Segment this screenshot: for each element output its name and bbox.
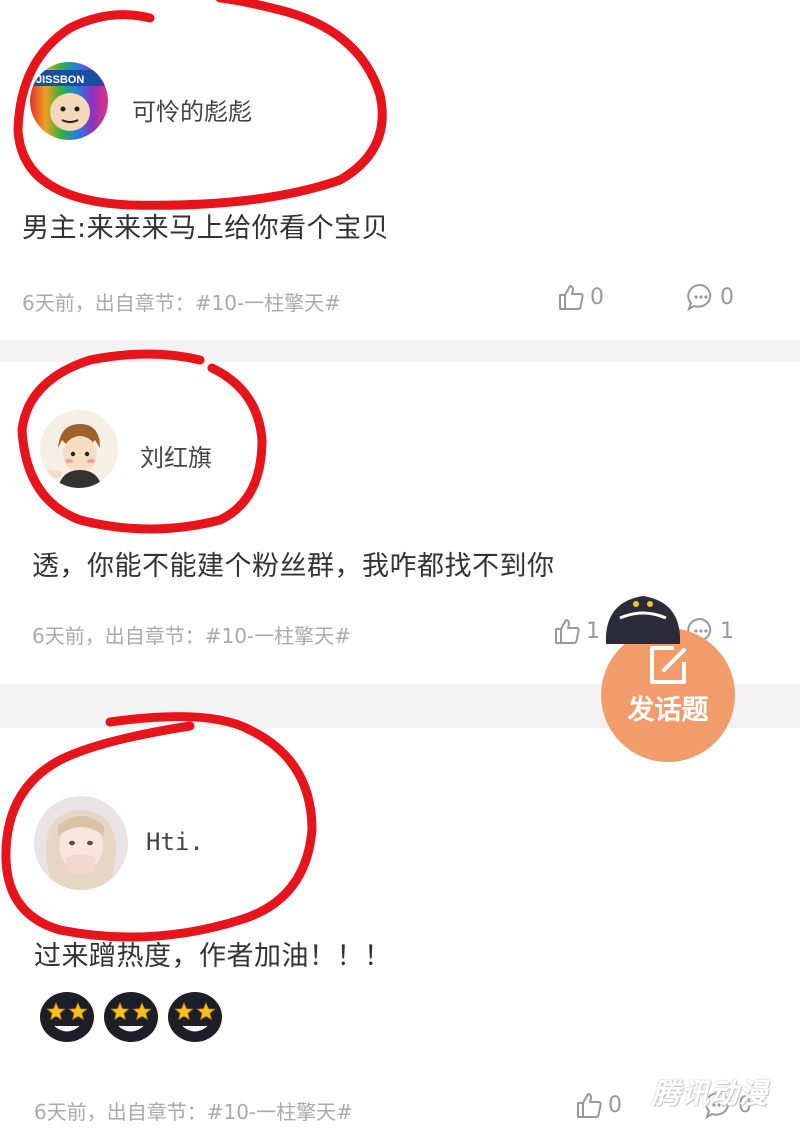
comment-card-3: Hti. 过来蹭热度，作者加油！！！ 6天前，出自章节：#10-一柱擎天# 0 … bbox=[0, 728, 800, 1131]
like-count: 0 bbox=[608, 1092, 622, 1118]
comment-text: 男主:来来来马上给你看个宝贝 bbox=[22, 213, 390, 244]
comment-text: 透，你能不能建个粉丝群，我咋都找不到你 bbox=[32, 551, 555, 582]
username[interactable]: 刘红旗 bbox=[140, 438, 212, 473]
like-button[interactable]: 0 bbox=[574, 1090, 622, 1120]
username[interactable]: Hti. bbox=[146, 828, 204, 856]
comment-meta: 6天前，出自章节：#10-一柱擎天# bbox=[22, 291, 341, 315]
edit-icon bbox=[650, 646, 686, 684]
thumbs-up-icon bbox=[555, 619, 580, 644]
thumbs-up-icon bbox=[559, 285, 584, 310]
star-eyes-emoji bbox=[40, 992, 94, 1042]
avatar-badge-text: JISSBON bbox=[36, 74, 84, 86]
thumbs-up-icon bbox=[577, 1093, 602, 1118]
emoji-row bbox=[38, 986, 224, 1044]
like-button[interactable]: 0 bbox=[556, 282, 604, 312]
like-button[interactable]: 1 bbox=[552, 616, 600, 646]
like-count: 0 bbox=[590, 284, 604, 310]
reply-button[interactable]: 0 bbox=[686, 282, 734, 312]
like-count: 1 bbox=[586, 618, 600, 644]
user-avatar[interactable] bbox=[34, 796, 128, 890]
new-topic-label: 发话题 bbox=[627, 695, 709, 726]
star-eyes-emoji bbox=[168, 992, 222, 1042]
watermark-logo: 腾讯动漫 bbox=[652, 1077, 769, 1110]
avatar-image bbox=[40, 410, 118, 488]
user-avatar[interactable]: JISSBON bbox=[30, 62, 108, 140]
user-avatar[interactable] bbox=[40, 410, 118, 488]
comment-card-1: JISSBON 可怜的彪彪 男主:来来来马上给你看个宝贝 6天前，出自章节：#1… bbox=[0, 0, 800, 340]
new-topic-button[interactable]: 发话题 bbox=[601, 628, 735, 762]
comment-text: 过来蹭热度，作者加油！！！ bbox=[34, 941, 392, 972]
comment-meta: 6天前，出自章节：#10-一柱擎天# bbox=[34, 1100, 353, 1124]
mascot-hat-icon bbox=[605, 596, 681, 644]
reply-count: 1 bbox=[720, 618, 734, 644]
avatar-image: JISSBON bbox=[30, 62, 108, 140]
comment-meta: 6天前，出自章节：#10-一柱擎天# bbox=[32, 624, 351, 648]
star-eyes-emoji bbox=[104, 992, 158, 1042]
comment-bubble-icon bbox=[687, 283, 712, 312]
avatar-image bbox=[34, 796, 128, 890]
reply-count: 0 bbox=[720, 284, 734, 310]
username[interactable]: 可怜的彪彪 bbox=[132, 92, 252, 127]
